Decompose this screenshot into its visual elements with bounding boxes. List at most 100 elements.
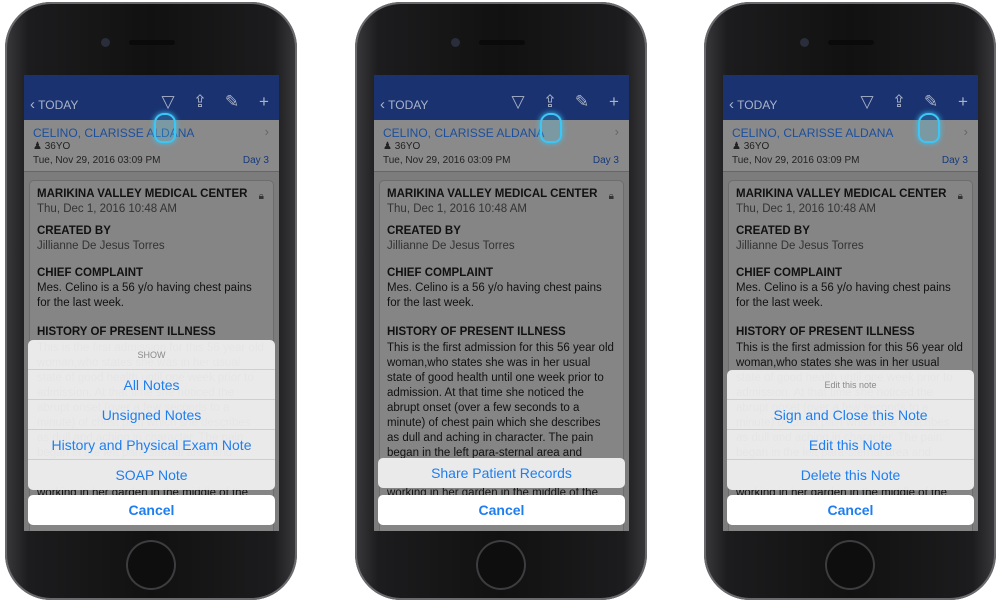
- patient-age: ♟ 36YO: [383, 141, 420, 152]
- person-icon: ♟: [732, 141, 741, 152]
- hpi-line: admission. At that time she noticed the: [387, 387, 584, 399]
- hpi-label: HISTORY OF PRESENT ILLNESS: [387, 326, 566, 338]
- facility: MARIKINA VALLEY MEDICAL CENTER: [736, 188, 947, 200]
- share-icon[interactable]: ⇪: [890, 92, 908, 112]
- chevron-right-icon: ›: [614, 124, 619, 139]
- created-by-label: CREATED BY: [37, 225, 111, 237]
- home-button[interactable]: [126, 540, 176, 590]
- patient-age: ♟ 36YO: [732, 141, 769, 152]
- chevron-left-icon: ‹: [729, 96, 734, 113]
- nav-bar: ‹ TODAY ▽ ⇪ ✎ +: [374, 75, 629, 120]
- tap-gesture-icon: [918, 113, 940, 143]
- created-by: Jillianne De Jesus Torres: [37, 240, 165, 252]
- share-icon[interactable]: ⇪: [191, 92, 209, 112]
- share-icon[interactable]: ⇪: [541, 92, 559, 112]
- day-count: Day 3: [242, 155, 269, 166]
- chevron-left-icon: ‹: [30, 96, 35, 113]
- created-by-label: CREATED BY: [736, 225, 810, 237]
- note-date: Thu, Dec 1, 2016 10:48 AM: [37, 203, 178, 215]
- app-screen: ‹ TODAY ▽ ⇪ ✎ + CELINO, CLARISSE ALDANA …: [374, 75, 629, 531]
- cc-line: Mes. Celino is a 56 y/o having chest pai…: [37, 282, 252, 294]
- sheet-option[interactable]: Delete this Note: [727, 460, 974, 490]
- cc-line: for the last week.: [387, 297, 474, 309]
- cancel-button[interactable]: Cancel: [28, 495, 275, 525]
- sheet-option[interactable]: Sign and Close this Note: [727, 400, 974, 430]
- home-button[interactable]: [825, 540, 875, 590]
- age-text: 36YO: [44, 141, 71, 152]
- camera: [451, 38, 460, 47]
- sheet-option[interactable]: Edit this Note: [727, 430, 974, 460]
- note-date: Thu, Dec 1, 2016 10:48 AM: [387, 203, 528, 215]
- hpi-line: This is the first admission for this 56 …: [387, 342, 614, 354]
- nav-bar: ‹ TODAY ▽ ⇪ ✎ +: [723, 75, 978, 120]
- nav-bar: ‹ TODAY ▽ ⇪ ✎ +: [24, 75, 279, 120]
- hpi-line: as dull and aching in character. The pai…: [387, 432, 594, 444]
- tap-gesture-icon: [154, 113, 176, 143]
- sheet-title: SHOW: [28, 340, 275, 370]
- cc-label: CHIEF COMPLAINT: [37, 267, 144, 279]
- back-button[interactable]: ‹ TODAY: [380, 96, 428, 113]
- hpi-line: woman,who states she was in her usual: [736, 357, 940, 369]
- lock-icon: 🔒︎: [957, 191, 963, 202]
- hpi-line: state of good health until one week prio…: [387, 372, 604, 384]
- admit-date: Tue, Nov 29, 2016 03:09 PM: [33, 155, 161, 166]
- hpi-line: woman,who states she was in her usual: [387, 357, 591, 369]
- back-button[interactable]: ‹ TODAY: [729, 96, 777, 113]
- speaker: [479, 40, 525, 45]
- chevron-right-icon: ›: [264, 124, 269, 139]
- hpi-label: HISTORY OF PRESENT ILLNESS: [736, 326, 915, 338]
- hpi-line: abrupt onset (over a few seconds to a: [387, 402, 580, 414]
- speaker: [828, 40, 874, 45]
- patient-name[interactable]: CELINO, CLARISSE ALDANA: [383, 126, 544, 140]
- filter-icon[interactable]: ▽: [509, 92, 527, 112]
- action-sheet: Share Patient Records: [378, 458, 625, 488]
- day-count: Day 3: [941, 155, 968, 166]
- chevron-left-icon: ‹: [380, 96, 385, 113]
- compose-icon[interactable]: ✎: [223, 92, 241, 112]
- plus-icon[interactable]: +: [605, 92, 623, 112]
- hpi-line: This is the first admission for this 56 …: [736, 342, 963, 354]
- action-sheet: Edit this note Sign and Close this Note Ed…: [727, 370, 974, 490]
- patient-header[interactable]: CELINO, CLARISSE ALDANA › ♟ 36YO Tue, No…: [24, 120, 279, 172]
- cancel-button[interactable]: Cancel: [378, 495, 625, 525]
- sheet-option[interactable]: History and Physical Exam Note: [28, 430, 275, 460]
- cc-label: CHIEF COMPLAINT: [736, 267, 843, 279]
- sheet-option[interactable]: All Notes: [28, 370, 275, 400]
- app-screen: ‹ TODAY ▽ ⇪ ✎ + CELINO, CLARISSE ALDANA …: [723, 75, 978, 531]
- day-count: Day 3: [592, 155, 619, 166]
- back-button[interactable]: ‹ TODAY: [30, 96, 78, 113]
- facility: MARIKINA VALLEY MEDICAL CENTER: [387, 188, 598, 200]
- plus-icon[interactable]: +: [954, 92, 972, 112]
- sheet-option[interactable]: Share Patient Records: [378, 458, 625, 488]
- compose-icon[interactable]: ✎: [573, 92, 591, 112]
- cc-label: CHIEF COMPLAINT: [387, 267, 494, 279]
- created-by: Jillianne De Jesus Torres: [387, 240, 515, 252]
- back-label: TODAY: [38, 98, 79, 112]
- lock-icon: 🔒︎: [608, 191, 614, 202]
- filter-icon[interactable]: ▽: [858, 92, 876, 112]
- filter-icon[interactable]: ▽: [159, 92, 177, 112]
- camera: [101, 38, 110, 47]
- note-date: Thu, Dec 1, 2016 10:48 AM: [736, 203, 877, 215]
- sheet-option[interactable]: Unsigned Notes: [28, 400, 275, 430]
- compose-icon[interactable]: ✎: [922, 92, 940, 112]
- home-button[interactable]: [476, 540, 526, 590]
- phone-frame: ‹ TODAY ▽ ⇪ ✎ + CELINO, CLARISSE ALDANA …: [355, 2, 647, 600]
- app-screen: ‹ TODAY ▽ ⇪ ✎ + CELINO, CLARISSE ALDANA …: [24, 75, 279, 531]
- patient-age: ♟ 36YO: [33, 141, 70, 152]
- cc-line: for the last week.: [37, 297, 124, 309]
- patient-name[interactable]: CELINO, CLARISSE ALDANA: [732, 126, 893, 140]
- admit-date: Tue, Nov 29, 2016 03:09 PM: [732, 155, 860, 166]
- plus-icon[interactable]: +: [255, 92, 273, 112]
- sheet-option[interactable]: SOAP Note: [28, 460, 275, 490]
- hpi-line: minute) of chest pain which she describe…: [387, 417, 601, 429]
- patient-header[interactable]: CELINO, CLARISSE ALDANA › ♟ 36YO Tue, No…: [374, 120, 629, 172]
- sheet-title: Edit this note: [727, 370, 974, 400]
- cancel-button[interactable]: Cancel: [727, 495, 974, 525]
- speaker: [129, 40, 175, 45]
- camera: [800, 38, 809, 47]
- age-text: 36YO: [394, 141, 421, 152]
- person-icon: ♟: [33, 141, 42, 152]
- back-label: TODAY: [737, 98, 778, 112]
- age-text: 36YO: [743, 141, 770, 152]
